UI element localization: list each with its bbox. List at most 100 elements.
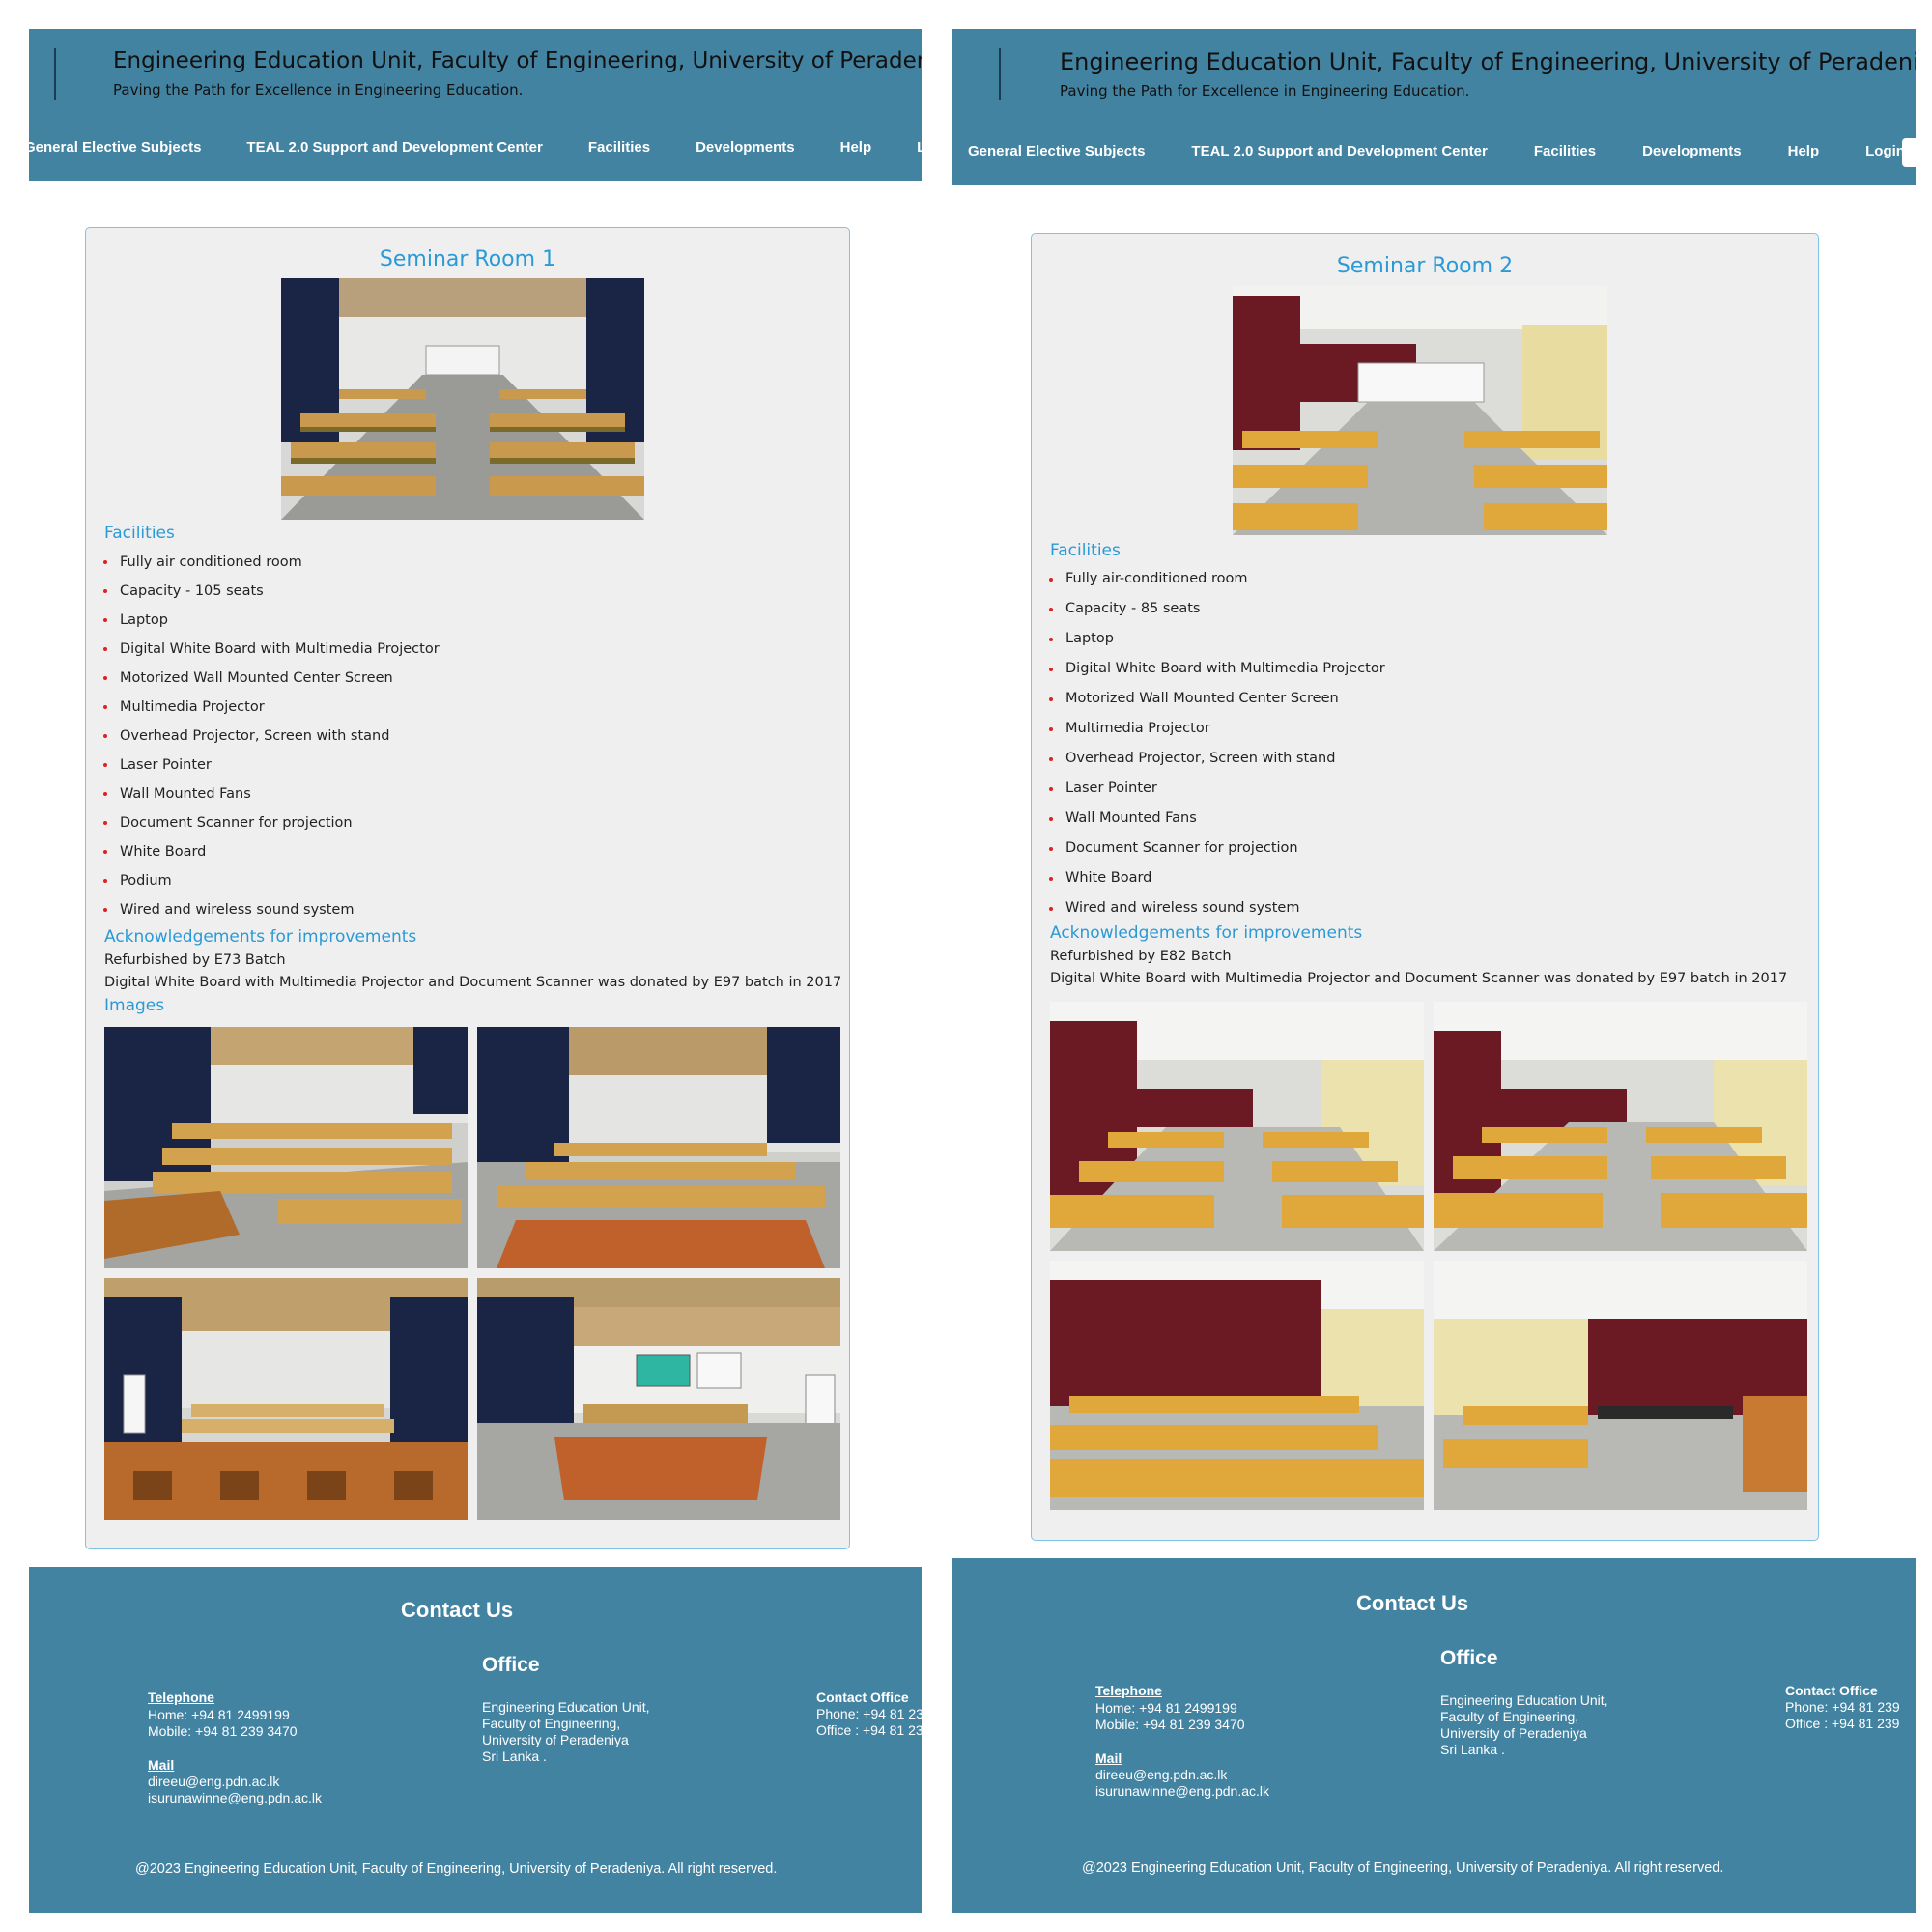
main-nav: General Elective Subjects TEAL 2.0 Suppo… xyxy=(968,143,1905,159)
contact-office-label: Contact Office xyxy=(1785,1683,1878,1698)
copyright: @2023 Engineering Education Unit, Facult… xyxy=(1082,1861,1724,1876)
acknowledgement-line: Refurbished by E73 Batch xyxy=(104,952,286,968)
gallery-photo[interactable] xyxy=(477,1027,840,1268)
nav-developments[interactable]: Developments xyxy=(1642,143,1742,159)
office-address-line: Sri Lanka . xyxy=(1440,1742,1505,1757)
nav-help[interactable]: Help xyxy=(840,139,872,156)
telephone-home: Home: +94 81 2499199 xyxy=(1095,1700,1237,1716)
facility-item: Laptop xyxy=(1032,624,1385,654)
facility-item: Laser Pointer xyxy=(1032,774,1385,804)
facilities-heading: Facilities xyxy=(1050,541,1121,560)
facility-item: Overhead Projector, Screen with stand xyxy=(86,722,440,751)
nav-general-elective-subjects[interactable]: General Elective Subjects xyxy=(968,143,1145,159)
search-box[interactable] xyxy=(1902,138,1916,167)
contact-office-phone: Phone: +94 81 239 xyxy=(1785,1699,1900,1715)
facility-item: White Board xyxy=(86,838,440,867)
nav-facilities[interactable]: Facilities xyxy=(588,139,650,156)
site-title: Engineering Education Unit, Faculty of E… xyxy=(113,48,922,73)
mail-link[interactable]: isurunawinne@eng.pdn.ac.lk xyxy=(148,1790,322,1806)
nav-login[interactable]: Login xyxy=(1865,143,1905,159)
header-divider xyxy=(54,48,56,100)
page-screenshot-seminar-room-1: Engineering Education Unit, Faculty of E… xyxy=(29,29,922,1913)
telephone-label: Telephone xyxy=(148,1690,214,1705)
acknowledgements-heading: Acknowledgements for improvements xyxy=(1050,923,1363,943)
nav-developments[interactable]: Developments xyxy=(696,139,795,156)
room-card: Seminar Room 1 Facilities Fully air cond… xyxy=(85,227,850,1549)
facility-item: Wall Mounted Fans xyxy=(1032,804,1385,834)
facility-item: Wall Mounted Fans xyxy=(86,780,440,809)
room-title: Seminar Room 1 xyxy=(379,247,556,271)
site-footer: Contact Us Office Telephone Home: +94 81… xyxy=(29,1567,922,1913)
images-heading: Images xyxy=(104,996,165,1015)
contact-office-label: Contact Office xyxy=(816,1690,909,1705)
gallery-photo[interactable] xyxy=(1434,1002,1807,1251)
office-heading: Office xyxy=(482,1654,540,1676)
mail-link[interactable]: isurunawinne@eng.pdn.ac.lk xyxy=(1095,1783,1269,1800)
facility-item: Podium xyxy=(86,867,440,895)
mail-link[interactable]: direeu@eng.pdn.ac.lk xyxy=(1095,1767,1227,1783)
nav-teal-center[interactable]: TEAL 2.0 Support and Development Center xyxy=(1191,143,1487,159)
facility-item: Fully air conditioned room xyxy=(86,548,440,577)
office-address-line: University of Peradeniya xyxy=(482,1732,629,1747)
facilities-list: Fully air-conditioned room Capacity - 85… xyxy=(1032,564,1385,923)
contact-us-heading: Contact Us xyxy=(401,1598,514,1622)
mail-link[interactable]: direeu@eng.pdn.ac.lk xyxy=(148,1774,279,1790)
main-room-photo xyxy=(1233,286,1607,535)
site-subtitle: Paving the Path for Excellence in Engine… xyxy=(113,81,524,99)
telephone-label: Telephone xyxy=(1095,1683,1162,1698)
facility-item: Digital White Board with Multimedia Proj… xyxy=(1032,654,1385,684)
gallery-photo[interactable] xyxy=(1434,1261,1807,1510)
facility-item: Motorized Wall Mounted Center Screen xyxy=(86,664,440,693)
site-header: Engineering Education Unit, Faculty of E… xyxy=(29,29,922,181)
facility-item: Laser Pointer xyxy=(86,751,440,780)
acknowledgement-line: Refurbished by E82 Batch xyxy=(1050,949,1232,964)
office-address-line: Faculty of Engineering, xyxy=(1440,1709,1579,1724)
facilities-list: Fully air conditioned room Capacity - 10… xyxy=(86,548,440,924)
page-screenshot-seminar-room-2: Engineering Education Unit, Faculty of E… xyxy=(952,29,1916,1913)
site-footer: Contact Us Office Telephone Home: +94 81… xyxy=(952,1558,1916,1913)
facility-item: Document Scanner for projection xyxy=(86,809,440,838)
mail-label: Mail xyxy=(148,1757,175,1773)
gallery-photo[interactable] xyxy=(104,1027,468,1268)
nav-teal-center[interactable]: TEAL 2.0 Support and Development Center xyxy=(246,139,542,156)
main-nav: General Elective Subjects TEAL 2.0 Suppo… xyxy=(29,139,922,156)
office-address-line: Sri Lanka . xyxy=(482,1748,547,1764)
facility-item: Wired and wireless sound system xyxy=(86,895,440,924)
gallery-photo[interactable] xyxy=(104,1278,468,1520)
office-address-line: Engineering Education Unit, xyxy=(482,1699,650,1715)
site-subtitle: Paving the Path for Excellence in Engine… xyxy=(1060,82,1470,99)
office-address-line: Engineering Education Unit, xyxy=(1440,1692,1608,1708)
header-divider xyxy=(999,48,1001,100)
gallery-photo[interactable] xyxy=(1050,1002,1424,1251)
acknowledgements-heading: Acknowledgements for improvements xyxy=(104,927,417,947)
site-header: Engineering Education Unit, Faculty of E… xyxy=(952,29,1916,185)
nav-facilities[interactable]: Facilities xyxy=(1534,143,1596,159)
facility-item: Overhead Projector, Screen with stand xyxy=(1032,744,1385,774)
facility-item: Document Scanner for projection xyxy=(1032,834,1385,864)
facility-item: White Board xyxy=(1032,864,1385,894)
nav-general-elective-subjects[interactable]: General Elective Subjects xyxy=(29,139,201,156)
gallery-photo[interactable] xyxy=(1050,1261,1424,1510)
facility-item: Digital White Board with Multimedia Proj… xyxy=(86,635,440,664)
acknowledgement-line: Digital White Board with Multimedia Proj… xyxy=(104,975,842,990)
contact-us-heading: Contact Us xyxy=(1356,1591,1469,1615)
office-address-line: University of Peradeniya xyxy=(1440,1725,1587,1741)
copyright: @2023 Engineering Education Unit, Facult… xyxy=(135,1861,778,1877)
facilities-heading: Facilities xyxy=(104,524,175,543)
acknowledgement-line: Digital White Board with Multimedia Proj… xyxy=(1050,971,1788,986)
contact-office-phone: Phone: +94 81 239 xyxy=(816,1706,922,1721)
office-address-line: Faculty of Engineering, xyxy=(482,1716,621,1731)
nav-login[interactable]: Login xyxy=(917,139,922,156)
gallery-photo[interactable] xyxy=(477,1278,840,1520)
facility-item: Fully air-conditioned room xyxy=(1032,564,1385,594)
site-title: Engineering Education Unit, Faculty of E… xyxy=(1060,48,1916,75)
facility-item: Capacity - 105 seats xyxy=(86,577,440,606)
mail-label: Mail xyxy=(1095,1750,1122,1766)
room-card: Seminar Room 2 Facilities Fully air-cond… xyxy=(1031,233,1819,1541)
telephone-home: Home: +94 81 2499199 xyxy=(148,1707,290,1722)
room-title: Seminar Room 2 xyxy=(1336,254,1514,278)
facility-item: Motorized Wall Mounted Center Screen xyxy=(1032,684,1385,714)
contact-office-office: Office : +94 81 239 xyxy=(816,1722,922,1738)
nav-help[interactable]: Help xyxy=(1788,143,1820,159)
facility-item: Capacity - 85 seats xyxy=(1032,594,1385,624)
